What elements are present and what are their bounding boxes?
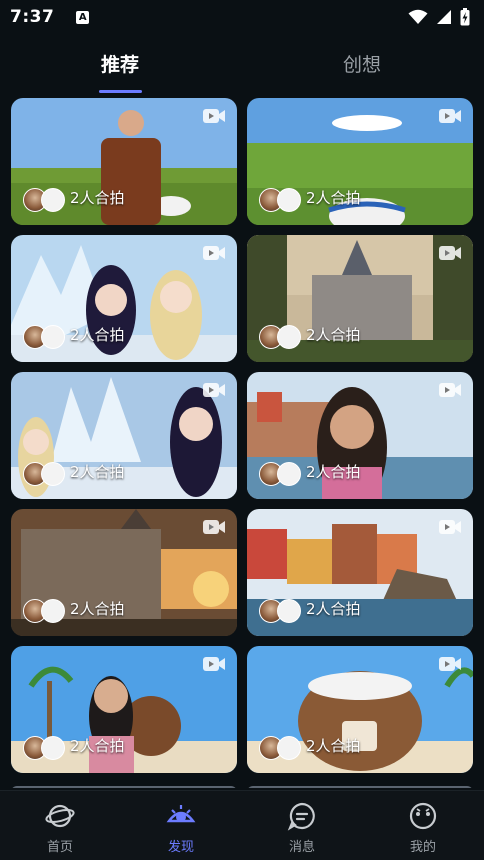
duo-photo-label: 2人合拍 bbox=[306, 600, 361, 618]
bottom-nav: 首页 发现 消息 我的 bbox=[0, 790, 484, 860]
next-card-peek bbox=[247, 786, 473, 788]
avatar bbox=[41, 736, 65, 760]
nav-label: 我的 bbox=[409, 840, 436, 855]
participant-avatars bbox=[23, 462, 65, 486]
duo-photo-label: 2人合拍 bbox=[306, 189, 361, 207]
participant-avatars bbox=[259, 462, 301, 486]
nav-discover[interactable]: 发现 bbox=[141, 801, 221, 855]
avatar bbox=[41, 599, 65, 623]
participant-avatars bbox=[259, 188, 301, 212]
avatar bbox=[277, 188, 301, 212]
video-icon bbox=[203, 520, 225, 534]
next-card-peek bbox=[11, 786, 237, 788]
template-card[interactable]: 2人合拍 bbox=[247, 509, 473, 636]
participant-avatars bbox=[259, 736, 301, 760]
participant-avatars bbox=[23, 599, 65, 623]
video-icon bbox=[203, 383, 225, 397]
duo-photo-label: 2人合拍 bbox=[70, 463, 125, 481]
tab-create[interactable]: 创想 bbox=[343, 50, 381, 77]
video-icon bbox=[203, 657, 225, 671]
avatar bbox=[41, 325, 65, 349]
status-icons bbox=[408, 8, 470, 26]
template-card[interactable]: 2人合拍 bbox=[11, 372, 237, 499]
participant-avatars bbox=[23, 736, 65, 760]
profile-icon bbox=[409, 802, 437, 830]
wifi-icon bbox=[408, 9, 428, 24]
avatar bbox=[41, 462, 65, 486]
nav-profile[interactable]: 我的 bbox=[383, 801, 463, 855]
duo-photo-label: 2人合拍 bbox=[306, 737, 361, 755]
template-card[interactable]: 2人合拍 bbox=[11, 509, 237, 636]
avatar bbox=[277, 599, 301, 623]
duo-photo-label: 2人合拍 bbox=[306, 463, 361, 481]
nav-home[interactable]: 首页 bbox=[20, 801, 100, 855]
tab-recommend[interactable]: 推荐 bbox=[101, 50, 139, 77]
duo-photo-label: 2人合拍 bbox=[306, 326, 361, 344]
discover-eye-icon bbox=[166, 805, 196, 823]
video-icon bbox=[439, 383, 461, 397]
nav-label: 首页 bbox=[46, 840, 73, 855]
duo-photo-label: 2人合拍 bbox=[70, 737, 125, 755]
template-card[interactable]: 2人合拍 bbox=[11, 646, 237, 773]
duo-photo-label: 2人合拍 bbox=[70, 189, 125, 207]
top-tabs: 推荐 创想 bbox=[0, 34, 484, 94]
template-card[interactable]: 2人合拍 bbox=[247, 646, 473, 773]
nav-label: 消息 bbox=[288, 840, 315, 855]
notification-icon: A bbox=[76, 10, 90, 24]
template-card[interactable]: 2人合拍 bbox=[247, 98, 473, 225]
participant-avatars bbox=[259, 599, 301, 623]
signal-icon bbox=[437, 10, 451, 24]
participant-avatars bbox=[23, 188, 65, 212]
video-icon bbox=[439, 520, 461, 534]
participant-avatars bbox=[259, 325, 301, 349]
template-card[interactable]: 2人合拍 bbox=[247, 372, 473, 499]
avatar bbox=[277, 462, 301, 486]
template-card[interactable]: 2人合拍 bbox=[11, 235, 237, 362]
video-icon bbox=[439, 109, 461, 123]
video-icon bbox=[439, 246, 461, 260]
nav-messages[interactable]: 消息 bbox=[262, 801, 342, 855]
message-icon bbox=[287, 802, 315, 831]
nav-label: 发现 bbox=[167, 840, 194, 855]
status-bar: 7:37 A bbox=[0, 0, 484, 34]
video-icon bbox=[203, 246, 225, 260]
duo-photo-label: 2人合拍 bbox=[70, 326, 125, 344]
avatar bbox=[277, 736, 301, 760]
template-card[interactable]: 2人合拍 bbox=[247, 235, 473, 362]
duo-photo-label: 2人合拍 bbox=[70, 600, 125, 618]
status-time: 7:37 bbox=[10, 7, 55, 27]
video-icon bbox=[203, 109, 225, 123]
content-grid: 2人合拍 2人合拍 2人合拍 2人合拍 2人合拍 2人合拍 2人合拍 2人合拍 … bbox=[11, 98, 473, 788]
battery-icon bbox=[460, 8, 470, 26]
template-card[interactable]: 2人合拍 bbox=[11, 98, 237, 225]
video-icon bbox=[439, 657, 461, 671]
participant-avatars bbox=[23, 325, 65, 349]
avatar bbox=[41, 188, 65, 212]
active-tab-indicator bbox=[99, 90, 142, 93]
planet-icon bbox=[45, 804, 75, 828]
avatar bbox=[277, 325, 301, 349]
